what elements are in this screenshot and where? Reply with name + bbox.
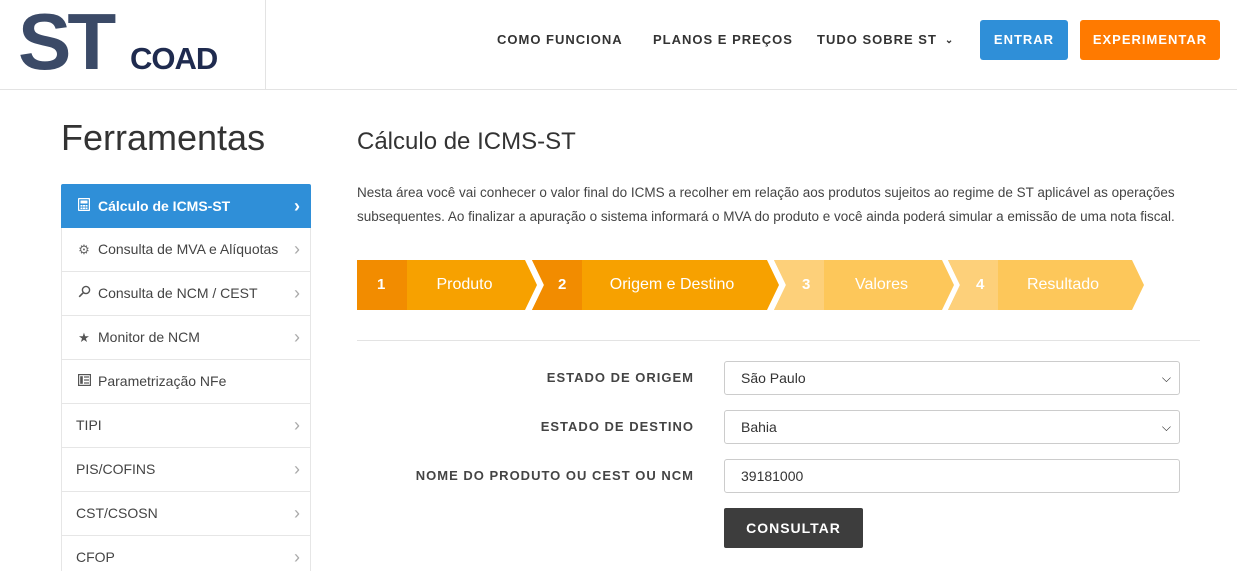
logo-st-text: ST [18, 0, 116, 86]
sidebar-item-parametrizacao-nfe[interactable]: Parametrização NFe [61, 360, 311, 404]
sidebar-item-label: Consulta de MVA e Alíquotas [98, 241, 279, 257]
sidebar-item-cst-csosn[interactable]: CST/CSOSN › [61, 492, 311, 536]
step-label: Produto [436, 276, 493, 293]
calculator-icon [76, 185, 92, 228]
step-origem-destino[interactable]: 2 Origem e Destino [532, 260, 779, 310]
produto-input[interactable]: 39181000 [724, 459, 1180, 493]
logo-coad-text: COAD [130, 41, 218, 76]
sidebar-item-monitor-ncm[interactable]: ★ Monitor de NCM › [61, 316, 311, 360]
sidebar-item-label: CFOP [76, 549, 115, 565]
step-label: Resultado [1026, 276, 1100, 293]
star-icon: ★ [78, 330, 90, 345]
step-number: 3 [802, 276, 811, 293]
progress-steps: 1 Produto 2 Origem e Destino 3 Valores 4… [357, 260, 1157, 310]
sidebar-item-label: PIS/COFINS [76, 461, 156, 477]
sidebar-item-calculo-icms-st[interactable]: Cálculo de ICMS-ST › [61, 184, 311, 228]
produto-label: NOME DO PRODUTO OU CEST OU NCM [415, 468, 694, 483]
chevron-right-icon: › [294, 283, 300, 303]
sidebar-item-label: Monitor de NCM [98, 329, 200, 345]
estado-destino-value: Bahia [741, 419, 777, 435]
sidebar-menu: Cálculo de ICMS-ST › ⚙ Consulta de MVA e … [61, 184, 311, 571]
nav-tudo-sobre-st-label: TUDO SOBRE ST [817, 32, 937, 47]
sidebar-title: Ferramentas [61, 117, 266, 158]
chevron-right-icon: › [294, 459, 300, 479]
sidebar-item-label: CST/CSOSN [76, 505, 158, 521]
produto-input-value: 39181000 [741, 468, 804, 484]
sidebar-item-label: Cálculo de ICMS-ST [98, 198, 231, 214]
estado-origem-value: São Paulo [741, 370, 806, 386]
step-number: 1 [377, 276, 386, 293]
estado-destino-label: ESTADO DE DESTINO [540, 419, 694, 434]
page-title: Cálculo de ICMS-ST [357, 128, 576, 155]
document-icon [76, 360, 92, 403]
page-description: Nesta área você vai conhecer o valor fin… [357, 185, 1175, 224]
sidebar-item-tipi[interactable]: TIPI › [61, 404, 311, 448]
step-number: 4 [976, 276, 985, 293]
chevron-right-icon: › [294, 547, 300, 567]
chevron-down-icon: ⌵ [1161, 371, 1171, 385]
logo[interactable]: ST COAD [0, 0, 266, 90]
experimentar-button[interactable]: EXPERIMENTAR [1080, 20, 1220, 60]
section-divider [357, 340, 1200, 341]
step-valores[interactable]: 3 Valores [774, 260, 954, 310]
step-label: Origem e Destino [609, 276, 735, 293]
chevron-down-icon: ⌵ [1161, 420, 1171, 434]
sidebar-item-label: Consulta de NCM / CEST [98, 285, 258, 301]
nav-como-funciona[interactable]: COMO FUNCIONA [497, 32, 623, 48]
site-header: ST COAD COMO FUNCIONA PLANOS E PREÇOS TU… [0, 0, 1237, 90]
chevron-right-icon: › [294, 196, 300, 216]
chevron-right-icon: › [294, 239, 300, 259]
estado-destino-select[interactable]: Bahia ⌵ [724, 410, 1180, 444]
search-icon [76, 272, 92, 315]
estado-origem-select[interactable]: São Paulo ⌵ [724, 361, 1180, 395]
step-label: Valores [854, 276, 909, 293]
sidebar-item-consulta-mva[interactable]: ⚙ Consulta de MVA e Alíquotas › [61, 228, 311, 272]
step-produto[interactable]: 1 Produto [357, 260, 537, 310]
chevron-right-icon: › [294, 503, 300, 523]
sidebar-item-pis-cofins[interactable]: PIS/COFINS › [61, 448, 311, 492]
chevron-right-icon: › [294, 415, 300, 435]
sidebar-item-cfop[interactable]: CFOP › [61, 536, 311, 571]
chevron-down-icon: ⌄ [944, 35, 955, 46]
step-resultado[interactable]: 4 Resultado [948, 260, 1144, 310]
nav-planos-precos[interactable]: PLANOS E PREÇOS [653, 32, 793, 48]
sidebar-item-label: TIPI [76, 417, 102, 433]
gear-icon: ⚙ [78, 242, 90, 257]
sidebar-item-consulta-ncm-cest[interactable]: Consulta de NCM / CEST › [61, 272, 311, 316]
estado-origem-label: ESTADO DE ORIGEM [546, 370, 694, 385]
consultar-button[interactable]: CONSULTAR [724, 508, 863, 548]
entrar-button[interactable]: ENTRAR [980, 20, 1068, 60]
step-number: 2 [558, 276, 567, 293]
chevron-right-icon: › [294, 327, 300, 347]
nav-tudo-sobre-st[interactable]: TUDO SOBRE ST ⌄ [817, 32, 954, 50]
sidebar-item-label: Parametrização NFe [98, 373, 227, 389]
